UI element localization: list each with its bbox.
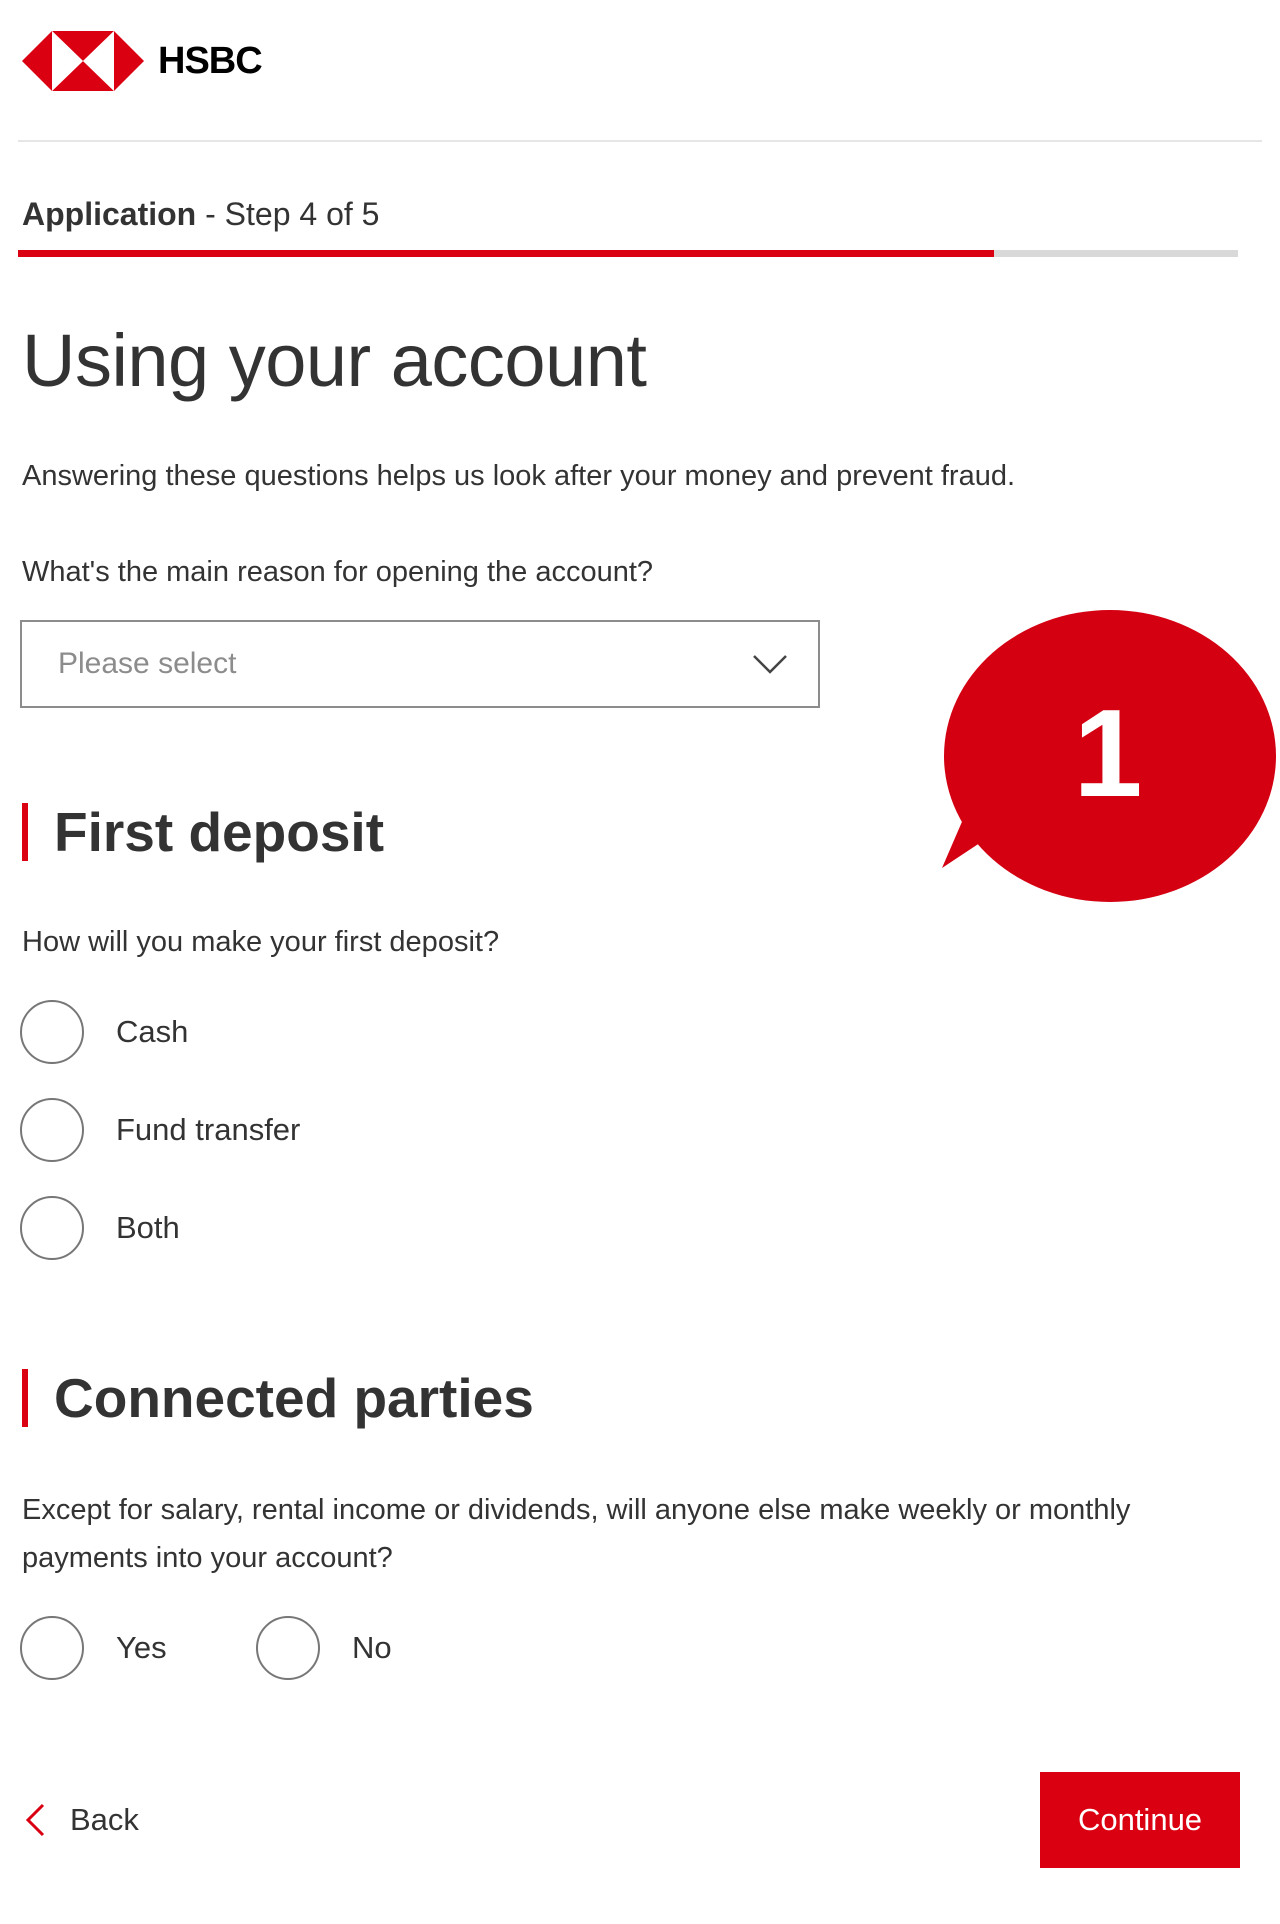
radio-circle[interactable]	[20, 1098, 84, 1162]
radio-circle[interactable]	[256, 1616, 320, 1680]
step-detail: - Step 4 of 5	[196, 196, 380, 232]
back-link[interactable]: Back	[24, 1802, 139, 1838]
chevron-down-icon	[753, 655, 787, 674]
connected-parties-question: Except for salary, rental income or divi…	[22, 1494, 1131, 1574]
hsbc-hexagon-logo-icon	[22, 31, 144, 91]
progress-fill	[18, 250, 994, 257]
step-indicator: Application - Step 4 of 5	[22, 196, 379, 233]
first-deposit-heading: First deposit	[22, 800, 384, 864]
progress-bar	[18, 250, 1238, 257]
first-deposit-question: How will you make your first deposit?	[22, 926, 500, 958]
section-accent-bar	[22, 1369, 28, 1427]
reason-question-label: What's the main reason for opening the a…	[22, 556, 654, 588]
step-strong-label: Application	[22, 196, 197, 232]
chevron-left-icon	[25, 1803, 45, 1837]
back-label: Back	[70, 1802, 139, 1837]
connected-parties-heading: Connected parties	[22, 1366, 534, 1430]
intro-text: Answering these questions helps us look …	[22, 460, 1016, 492]
brand-name: HSBC	[158, 39, 263, 82]
continue-button[interactable]: Continue	[1040, 1772, 1240, 1868]
radio-option-no[interactable]: No	[256, 1616, 392, 1680]
first-deposit-title: First deposit	[54, 801, 385, 863]
reason-select-placeholder: Please select	[58, 647, 237, 680]
radio-option-cash[interactable]: Cash	[20, 1000, 188, 1064]
radio-circle[interactable]	[20, 1000, 84, 1064]
radio-option-fund-transfer[interactable]: Fund transfer	[20, 1098, 300, 1162]
radio-option-both[interactable]: Both	[20, 1196, 180, 1260]
reason-select[interactable]: Please select	[20, 620, 820, 708]
callout-number: 1	[1074, 685, 1143, 823]
header-divider	[18, 140, 1262, 142]
radio-label: No	[352, 1630, 392, 1665]
radio-label: Fund transfer	[116, 1112, 301, 1147]
radio-circle[interactable]	[20, 1196, 84, 1260]
connected-parties-title: Connected parties	[54, 1367, 534, 1429]
speech-bubble-icon: 1	[942, 610, 1276, 902]
section-accent-bar	[22, 803, 28, 861]
radio-label: Both	[116, 1210, 180, 1245]
callout-annotation: 1	[850, 600, 1280, 920]
hsbc-logo[interactable]: HSBC	[22, 28, 263, 94]
radio-label: Yes	[116, 1630, 167, 1665]
page-title: Using your account	[22, 319, 647, 402]
radio-circle[interactable]	[20, 1616, 84, 1680]
radio-option-yes[interactable]: Yes	[20, 1616, 167, 1680]
radio-label: Cash	[116, 1014, 189, 1049]
